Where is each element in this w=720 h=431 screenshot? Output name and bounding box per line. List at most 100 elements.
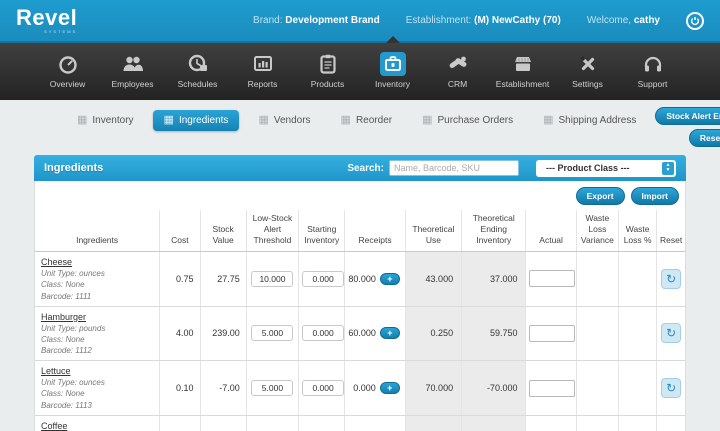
search-input[interactable]: [389, 160, 519, 176]
topbar: Revel SYSTEMS Brand: Development Brand E…: [0, 0, 720, 43]
nav-label: Inventory: [375, 79, 410, 89]
starting-inventory-input[interactable]: [302, 325, 344, 341]
ingredient-name-link[interactable]: Cheese: [41, 257, 72, 267]
reset-all-button[interactable]: Reset All: [689, 129, 720, 147]
logo-subtext: SYSTEMS: [16, 30, 77, 34]
tab-purchase-orders[interactable]: ▦ Purchase Orders: [411, 110, 524, 131]
col-header-cost: Cost: [160, 210, 200, 252]
cost-cell: 10.00: [160, 415, 200, 431]
product-class-selected-value: --- Product Class ---: [546, 163, 630, 173]
actual-input[interactable]: [529, 380, 575, 397]
nav-item-reports[interactable]: Reports: [230, 43, 295, 100]
tab-ingredients[interactable]: ▦ Ingredients: [153, 110, 240, 131]
ingredient-barcode: Barcode: 1112: [41, 345, 156, 356]
col-header-waste-loss-pct: Waste Loss %: [619, 210, 657, 252]
stock-alert-email-button[interactable]: Stock Alert Email: [655, 107, 720, 125]
nav-label: Reports: [248, 79, 278, 89]
nav-label: Establishment: [496, 79, 549, 89]
actual-input[interactable]: [529, 270, 575, 287]
ingredient-class: Class: None: [41, 279, 156, 290]
ingredient-name-link[interactable]: Coffee: [41, 421, 67, 431]
nav-item-establishment[interactable]: Establishment: [490, 43, 555, 100]
nav-item-overview[interactable]: Overview: [35, 43, 100, 100]
reset-row-button[interactable]: ↻: [661, 378, 681, 398]
col-header-theoretical-ending: Theoretical Ending Inventory: [462, 210, 526, 252]
ingredient-unit-type: Unit Type: pounds: [41, 323, 156, 334]
starting-inventory-input[interactable]: [302, 271, 344, 287]
nav-label: Support: [638, 79, 668, 89]
nav-item-crm[interactable]: CRM: [425, 43, 490, 100]
tab-label: Purchase Orders: [438, 115, 514, 126]
nav-item-products[interactable]: Products: [295, 43, 360, 100]
logout-power-button[interactable]: [686, 12, 704, 30]
tab-label: Ingredients: [179, 115, 228, 126]
grid-icon: ▦: [164, 115, 174, 126]
clipboard-icon: [318, 53, 338, 75]
nav-item-settings[interactable]: Settings: [555, 43, 620, 100]
tab-reorder[interactable]: ▦ Reorder: [330, 110, 404, 131]
tab-inventory[interactable]: ▦ Inventory: [66, 110, 145, 131]
welcome-username: cathy: [634, 15, 660, 26]
actual-input[interactable]: [529, 325, 575, 342]
export-button[interactable]: Export: [576, 187, 625, 205]
revel-logo[interactable]: Revel SYSTEMS: [16, 7, 77, 34]
threshold-input[interactable]: [251, 271, 293, 287]
threshold-input[interactable]: [251, 325, 293, 341]
clock-icon: [187, 53, 209, 75]
waste-loss-pct-cell: [619, 252, 657, 307]
import-button[interactable]: Import: [631, 187, 679, 205]
threshold-input[interactable]: [251, 380, 293, 396]
theoretical-ending-cell: -70.000: [462, 361, 526, 416]
nav-item-inventory[interactable]: Inventory: [360, 43, 425, 100]
col-header-receipts: Receipts: [345, 210, 405, 252]
reset-row-button[interactable]: ↻: [661, 323, 681, 343]
nav-item-support[interactable]: Support: [620, 43, 685, 100]
col-header-low-stock-threshold: Low-Stock Alert Threshold: [246, 210, 298, 252]
logo-text: Revel: [16, 7, 77, 29]
col-header-actual: Actual: [526, 210, 576, 252]
add-receipt-button[interactable]: +: [380, 327, 400, 339]
reset-row-button[interactable]: ↻: [661, 269, 681, 289]
waste-loss-pct-cell: [619, 361, 657, 416]
col-header-stock-value: Stock Value: [200, 210, 246, 252]
tab-label: Reorder: [356, 115, 392, 126]
ingredient-name-link[interactable]: Lettuce: [41, 366, 71, 376]
theoretical-use-cell: 43.000: [405, 252, 461, 307]
search-label: Search:: [347, 163, 384, 174]
add-receipt-button[interactable]: +: [380, 382, 400, 394]
ingredients-section-bar: Ingredients Search: --- Product Class --…: [34, 155, 686, 181]
table-row: Lettuce Unit Type: ounces Class: None Ba…: [35, 361, 685, 416]
refresh-icon: ↻: [666, 326, 676, 340]
grid-icon: ▦: [422, 115, 432, 126]
storefront-icon: [511, 53, 535, 75]
theoretical-ending-cell: 37.000: [462, 252, 526, 307]
col-header-reset: Reset: [657, 210, 685, 252]
establishment-info: Establishment: (M) NewCathy (70): [406, 15, 561, 26]
grid-icon: ▦: [77, 115, 87, 126]
receipts-value: 60.000: [348, 328, 376, 338]
ingredient-barcode: Barcode: 1113: [41, 400, 156, 411]
waste-loss-variance-cell: [576, 415, 618, 431]
cost-cell: 4.00: [160, 306, 200, 361]
nav-item-schedules[interactable]: Schedules: [165, 43, 230, 100]
ingredient-name-link[interactable]: Hamburger: [41, 312, 86, 322]
establishment-value: (M) NewCathy (70): [474, 15, 561, 26]
starting-inventory-input[interactable]: [302, 380, 344, 396]
waste-loss-variance-cell: [576, 252, 618, 307]
theoretical-use-cell: 0.250: [405, 306, 461, 361]
ingredient-barcode: Barcode: 1111: [41, 291, 156, 302]
tab-vendors[interactable]: ▦ Vendors: [247, 110, 321, 131]
stock-value-cell: 27.75: [200, 252, 246, 307]
export-import-toolbar: Export Import: [35, 181, 685, 210]
nav-item-employees[interactable]: Employees: [100, 43, 165, 100]
active-nav-notch: [386, 36, 400, 43]
product-class-select[interactable]: --- Product Class --- ▲ ▼: [536, 160, 676, 177]
col-header-theoretical-use: Theoretical Use: [405, 210, 461, 252]
grid-icon: ▦: [341, 115, 351, 126]
theoretical-ending-cell: -6.200: [462, 415, 526, 431]
table-header-row: Ingredients Cost Stock Value Low-Stock A…: [35, 210, 685, 252]
tab-label: Shipping Address: [559, 115, 637, 126]
add-receipt-button[interactable]: +: [380, 273, 400, 285]
welcome-label: Welcome,: [587, 15, 631, 26]
tab-shipping-address[interactable]: ▦ Shipping Address: [532, 110, 647, 131]
